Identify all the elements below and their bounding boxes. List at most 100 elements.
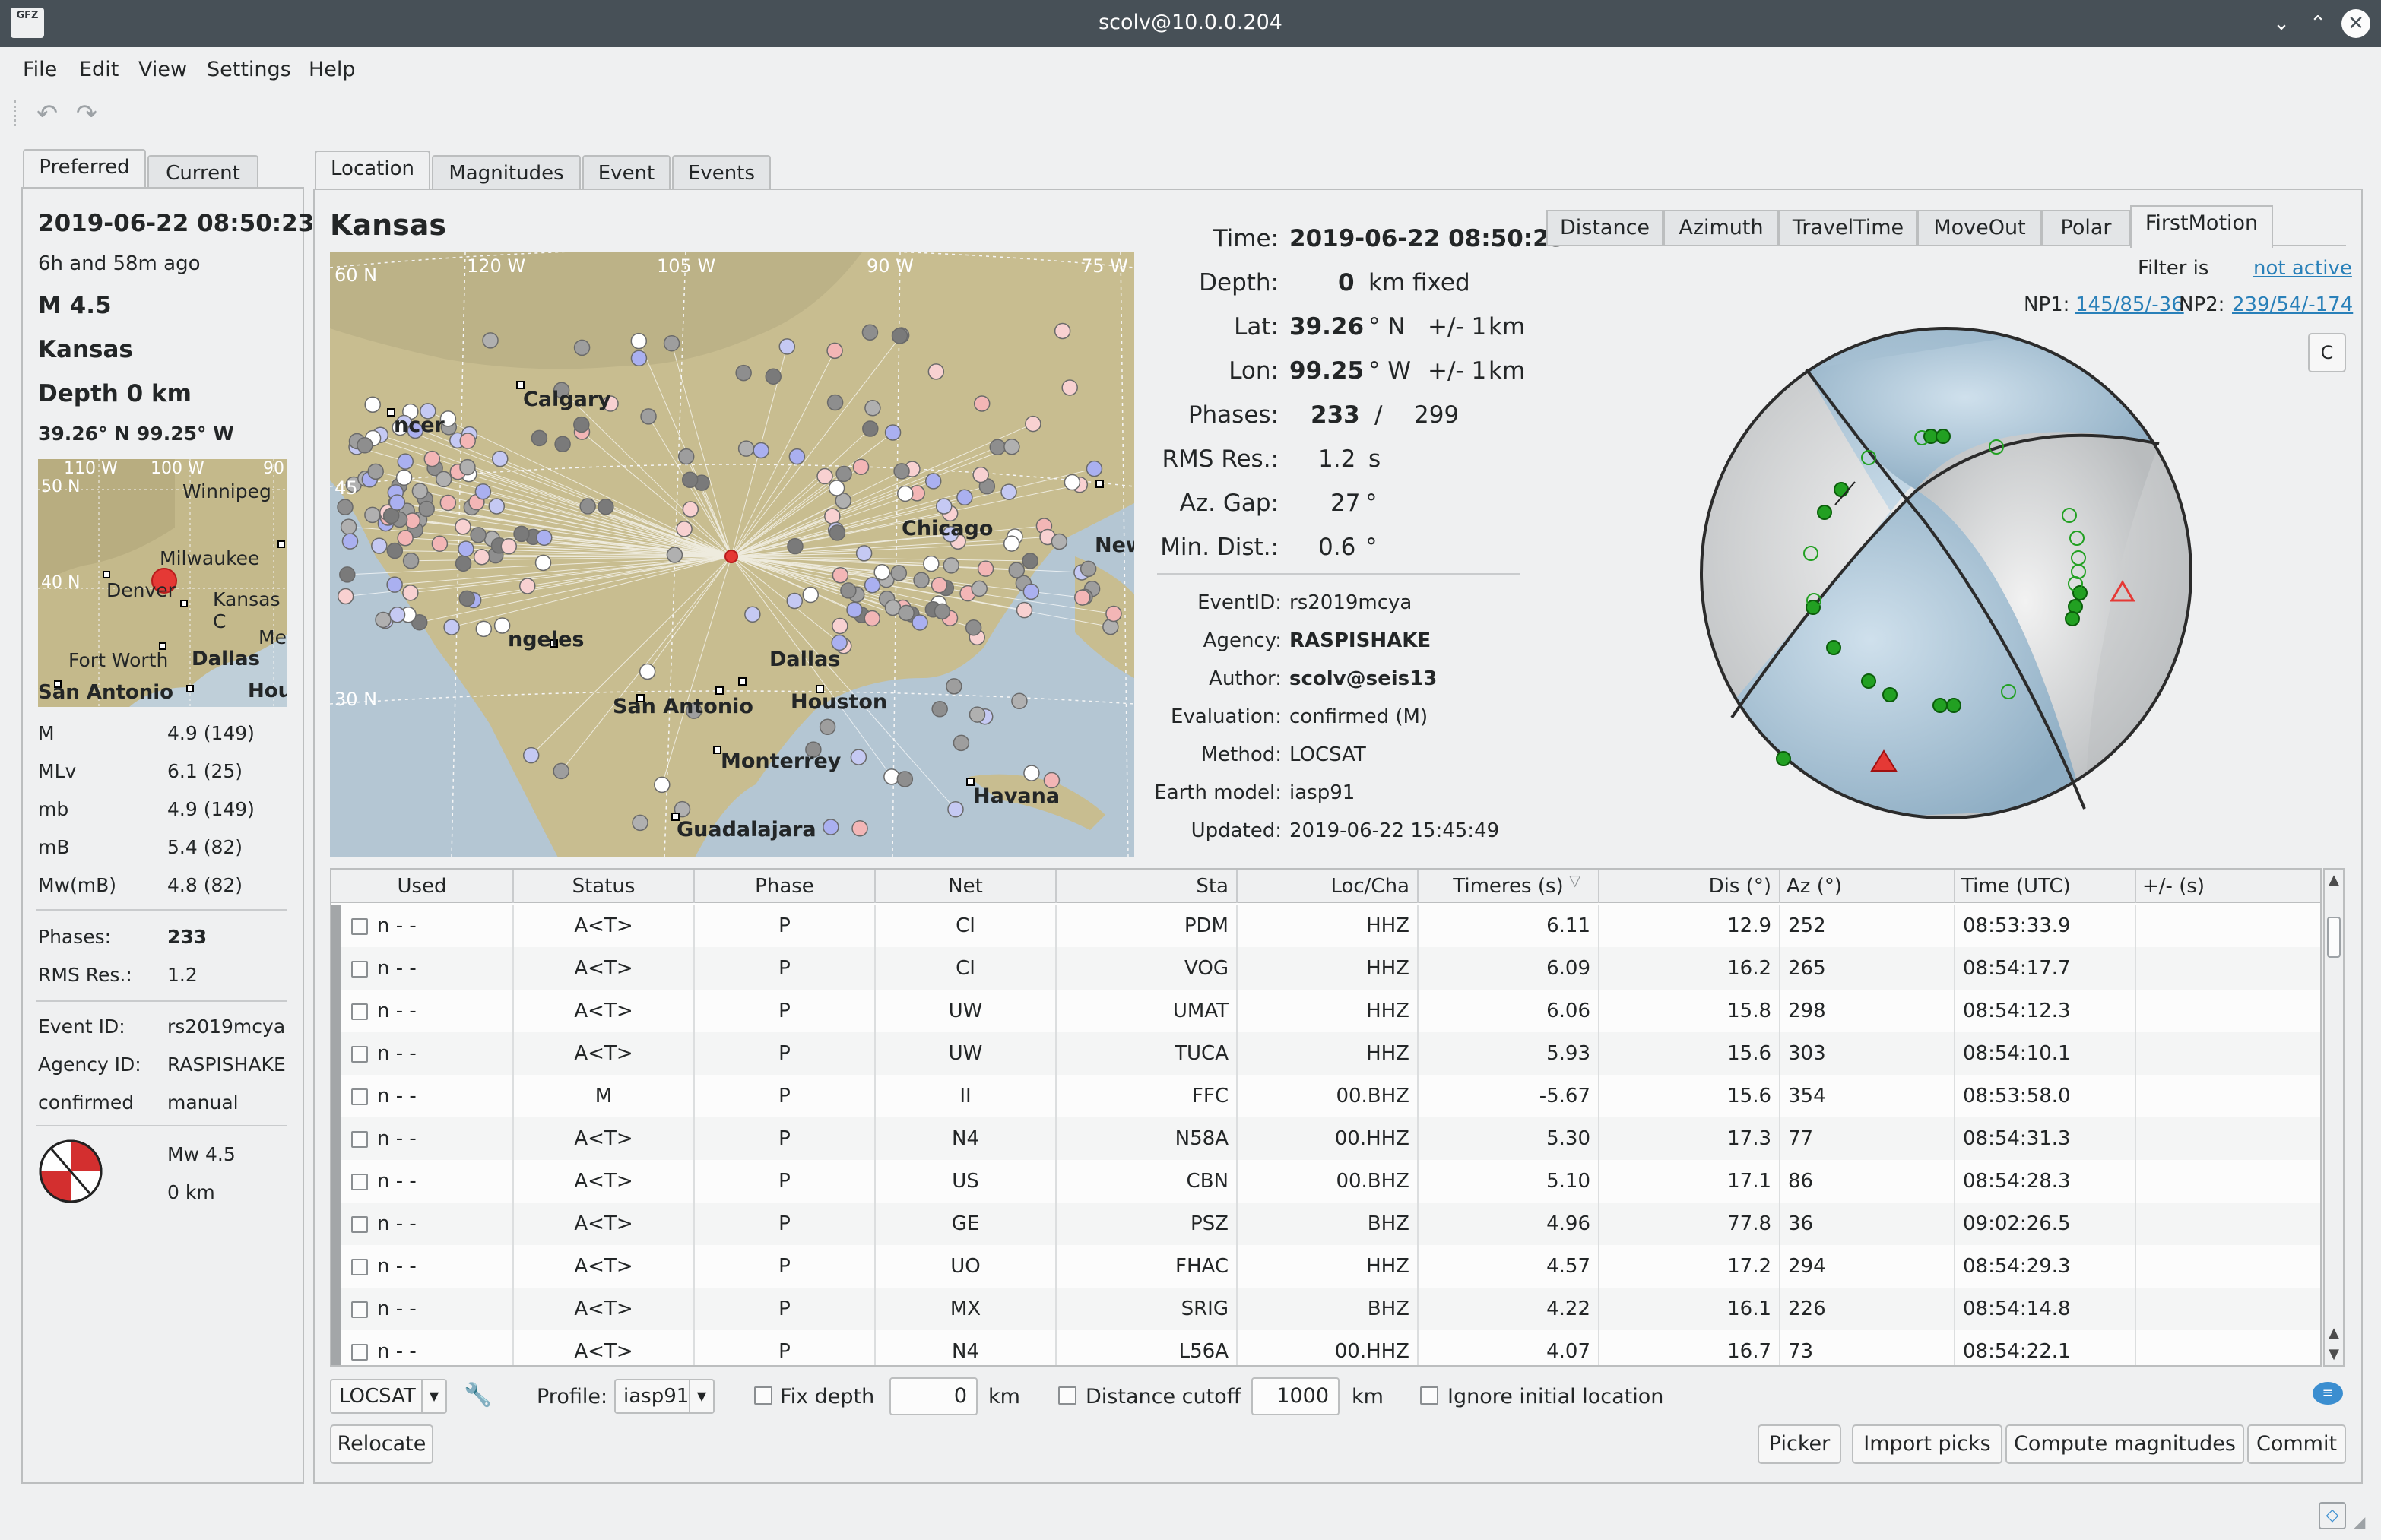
tab-traveltime[interactable]: TravelTime bbox=[1779, 210, 1917, 246]
row-use-checkbox[interactable] bbox=[351, 1130, 368, 1148]
row-use-checkbox[interactable] bbox=[351, 917, 368, 935]
row-use-checkbox[interactable] bbox=[351, 1258, 368, 1275]
map-label: Denver bbox=[106, 579, 176, 601]
row-use-checkbox[interactable] bbox=[351, 1173, 368, 1190]
plot-options-button[interactable]: C bbox=[2308, 333, 2346, 372]
picker-button[interactable]: Picker bbox=[1758, 1424, 1841, 1464]
table-row[interactable]: n - - A<T> P MX SRIG BHZ 4.22 16.1 226 08:54:14.8 bbox=[331, 1288, 2320, 1330]
table-row[interactable]: n - - A<T> P US CBN 00.BHZ 5.10 17.1 86 08:54:28.… bbox=[331, 1160, 2320, 1203]
table-row[interactable]: n - - A<T> P UW TUCA HHZ 5.93 15.6 303 08:54:10.1 bbox=[331, 1032, 2320, 1075]
row-use-checkbox[interactable] bbox=[351, 1045, 368, 1063]
col-uncertainty[interactable]: +/- (s) bbox=[2136, 870, 2320, 903]
fm-depth: 0 km bbox=[167, 1181, 215, 1203]
fm-magnitude: Mw 4.5 bbox=[167, 1143, 236, 1165]
cell-status: A<T> bbox=[514, 947, 695, 990]
tab-current[interactable]: Current bbox=[147, 155, 258, 192]
np2-link[interactable]: 239/54/-174 bbox=[2232, 293, 2353, 316]
col-az[interactable]: Az (°) bbox=[1780, 870, 1955, 903]
fix-depth-checkbox[interactable] bbox=[754, 1386, 772, 1405]
table-row[interactable]: n - - M P II FFC 00.BHZ -5.67 15.6 354 08:53:58.0 bbox=[331, 1075, 2320, 1117]
scroll-step-up-icon[interactable]: ▲ bbox=[2325, 1323, 2343, 1344]
scroll-thumb[interactable] bbox=[2327, 917, 2341, 958]
menu-settings[interactable]: Settings bbox=[207, 58, 291, 81]
station-marker bbox=[632, 814, 648, 832]
row-use-checkbox[interactable] bbox=[351, 960, 368, 978]
import-picks-button[interactable]: Import picks bbox=[1852, 1424, 2002, 1464]
scroll-up-icon[interactable]: ▲ bbox=[2325, 870, 2343, 891]
method-value: LOCSAT bbox=[339, 1385, 416, 1408]
col-loccha[interactable]: Loc/Cha bbox=[1238, 870, 1419, 903]
distance-cutoff-checkbox[interactable] bbox=[1058, 1386, 1076, 1405]
station-marker bbox=[488, 498, 506, 515]
cell-used: n - - bbox=[331, 1245, 514, 1288]
tab-event[interactable]: Event bbox=[582, 155, 671, 192]
tab-firstmotion[interactable]: FirstMotion bbox=[2130, 205, 2273, 248]
tab-preferred[interactable]: Preferred bbox=[23, 149, 146, 189]
station-marker bbox=[855, 545, 873, 562]
summary-region: Kansas bbox=[38, 336, 133, 363]
toolbar-grip[interactable] bbox=[14, 100, 18, 126]
table-row[interactable]: n - - A<T> P CI PDM HHZ 6.11 12.9 252 08:53:33.9 bbox=[331, 905, 2320, 947]
row-use-checkbox[interactable] bbox=[351, 1215, 368, 1233]
commit-button[interactable]: Commit bbox=[2247, 1424, 2346, 1464]
map-label: San Antonio bbox=[38, 681, 174, 704]
cell-phase: P bbox=[695, 1032, 876, 1075]
undo-icon[interactable]: ↶ bbox=[30, 99, 64, 129]
table-row[interactable]: n - - A<T> P GE PSZ BHZ 4.96 77.8 36 09:02:26.5 bbox=[331, 1203, 2320, 1245]
maximize-icon[interactable]: ⌃ bbox=[2303, 9, 2332, 38]
table-row[interactable]: n - - A<T> P N4 L56A 00.HHZ 4.07 16.7 73 08:54:22… bbox=[331, 1330, 2320, 1365]
tab-location[interactable]: Location bbox=[315, 151, 430, 190]
focal-sphere-plot[interactable] bbox=[1695, 322, 2197, 824]
resize-grip-icon[interactable]: ◢ bbox=[2354, 1513, 2373, 1532]
row-use-checkbox[interactable] bbox=[351, 1343, 368, 1361]
row-use-checkbox[interactable] bbox=[351, 1088, 368, 1105]
relocate-button[interactable]: Relocate bbox=[330, 1424, 433, 1464]
tab-magnitudes[interactable]: Magnitudes bbox=[432, 155, 581, 192]
minimize-icon[interactable]: ⌄ bbox=[2267, 9, 2296, 38]
summary-map[interactable]: 110 W 100 W 90 50 N 40 N Winnipeg Milwau… bbox=[38, 459, 287, 707]
scroll-down-icon[interactable]: ▼ bbox=[2325, 1344, 2343, 1365]
phases-value: 233 bbox=[167, 926, 208, 948]
col-phase[interactable]: Phase bbox=[695, 870, 876, 903]
col-time[interactable]: Time (UTC) bbox=[1955, 870, 2136, 903]
row-use-checkbox[interactable] bbox=[351, 1301, 368, 1318]
method-select[interactable]: LOCSAT ▼ bbox=[330, 1379, 447, 1414]
table-row[interactable]: n - - A<T> P UO FHAC HHZ 4.57 17.2 294 08:54:29.3 bbox=[331, 1245, 2320, 1288]
cell-az: 265 bbox=[1780, 947, 1955, 990]
table-row[interactable]: n - - A<T> P N4 N58A 00.HHZ 5.30 17.3 77 08:54:31… bbox=[331, 1117, 2320, 1160]
col-sta[interactable]: Sta bbox=[1057, 870, 1238, 903]
menu-file[interactable]: File bbox=[23, 58, 57, 81]
meta-value: confirmed (M) bbox=[1289, 705, 1428, 728]
col-net[interactable]: Net bbox=[876, 870, 1057, 903]
menu-edit[interactable]: Edit bbox=[79, 58, 119, 81]
col-status[interactable]: Status bbox=[514, 870, 695, 903]
col-dis[interactable]: Dis (°) bbox=[1599, 870, 1780, 903]
table-row[interactable]: n - - A<T> P CI VOG HHZ 6.09 16.2 265 08:54:17.7 bbox=[331, 947, 2320, 990]
ignore-initial-checkbox[interactable] bbox=[1420, 1386, 1438, 1405]
menu-help[interactable]: Help bbox=[309, 58, 356, 81]
wrench-icon[interactable]: 🔧 bbox=[464, 1382, 492, 1408]
station-marker bbox=[786, 592, 804, 610]
col-used[interactable]: Used bbox=[331, 870, 514, 903]
station-marker bbox=[522, 746, 540, 764]
tab-polar[interactable]: Polar bbox=[2042, 210, 2130, 246]
distance-cutoff-input[interactable]: 1000 bbox=[1251, 1377, 1340, 1415]
row-use-checkbox[interactable] bbox=[351, 1003, 368, 1020]
tab-events[interactable]: Events bbox=[672, 155, 771, 192]
redo-icon[interactable]: ↷ bbox=[70, 99, 103, 129]
compute-magnitudes-button[interactable]: Compute magnitudes bbox=[2005, 1424, 2244, 1464]
status-icon[interactable]: ◇ bbox=[2319, 1502, 2346, 1529]
station-marker bbox=[531, 429, 548, 447]
close-icon[interactable]: ✕ bbox=[2341, 9, 2370, 38]
profile-select[interactable]: iasp91 ▼ bbox=[614, 1379, 715, 1414]
menu-view[interactable]: View bbox=[138, 58, 187, 81]
table-scrollbar[interactable]: ▲ ▲ ▼ bbox=[2323, 868, 2345, 1367]
filter-state-link[interactable]: not active bbox=[2253, 257, 2352, 280]
fix-depth-input[interactable]: 0 bbox=[889, 1377, 978, 1415]
table-row[interactable]: n - - A<T> P UW UMAT HHZ 6.06 15.8 298 08:54:12.3 bbox=[331, 990, 2320, 1032]
tab-azimuth[interactable]: Azimuth bbox=[1663, 210, 1779, 246]
np1-link[interactable]: 145/85/-36 bbox=[2075, 293, 2184, 316]
tab-distance[interactable]: Distance bbox=[1546, 210, 1663, 246]
tab-moveout[interactable]: MoveOut bbox=[1917, 210, 2042, 246]
chat-icon[interactable]: ≡ bbox=[2313, 1382, 2343, 1405]
